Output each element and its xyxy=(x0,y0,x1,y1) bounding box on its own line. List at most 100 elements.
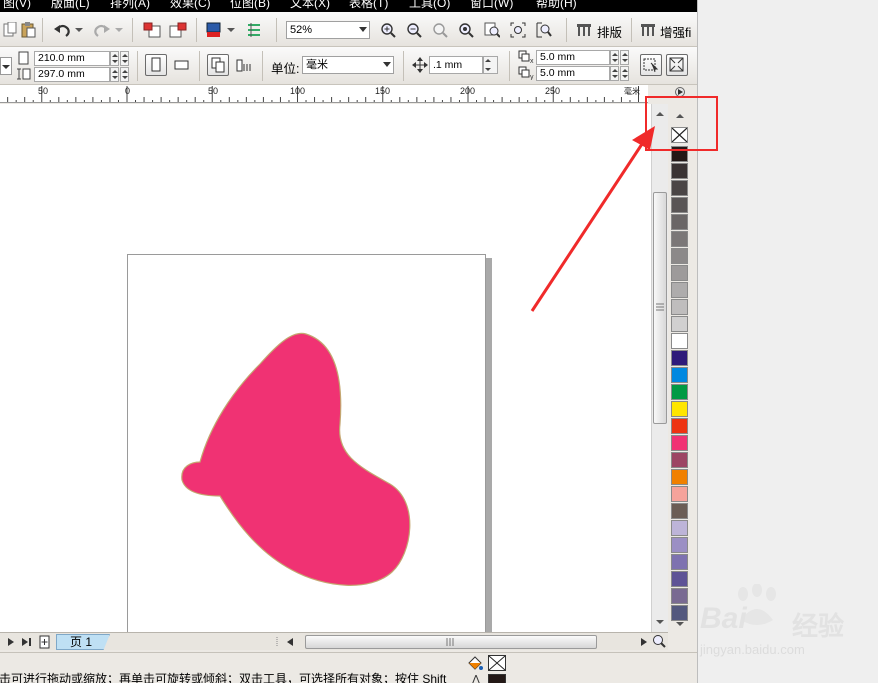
color-swatch[interactable] xyxy=(671,486,688,502)
fill-bucket-icon[interactable] xyxy=(466,655,484,673)
color-swatch[interactable] xyxy=(671,401,688,417)
color-swatch[interactable] xyxy=(671,265,688,281)
enhance-label[interactable]: 增强fi xyxy=(660,22,691,41)
page-height-spinner[interactable] xyxy=(110,67,119,82)
color-swatch[interactable] xyxy=(671,231,688,247)
zoom-page-height-icon[interactable] xyxy=(534,20,554,40)
hscroll-left-icon[interactable] xyxy=(285,636,295,648)
paste-icon[interactable] xyxy=(18,20,38,40)
color-swatch[interactable] xyxy=(671,452,688,468)
duplicate-y-field[interactable]: 5.0 mm xyxy=(536,66,610,81)
color-swatch[interactable] xyxy=(671,520,688,536)
portrait-button[interactable] xyxy=(145,54,167,76)
menu-item-tools[interactable]: 工具(O) xyxy=(409,0,450,11)
nudge-distance-field[interactable]: .1 mm xyxy=(429,56,483,74)
snap-to-objects-button[interactable] xyxy=(666,54,688,76)
horizontal-ruler[interactable]: 50 0 50 100 150 200 250 毫米 xyxy=(0,85,648,103)
landscape-button[interactable] xyxy=(172,55,192,75)
navigator-zoom-icon[interactable] xyxy=(652,634,666,648)
publish-pdf-icon[interactable] xyxy=(204,20,224,40)
copy-icon[interactable] xyxy=(0,20,20,40)
color-swatch[interactable] xyxy=(671,163,688,179)
scroll-thumb[interactable] xyxy=(653,192,667,424)
current-page-button[interactable] xyxy=(234,55,254,75)
last-page-icon[interactable] xyxy=(20,636,34,648)
hscroll-right-icon[interactable] xyxy=(639,636,649,648)
zoom-level-combo[interactable]: 52% xyxy=(286,21,370,39)
undo-dropdown-icon[interactable] xyxy=(74,20,84,40)
menu-item-help[interactable]: 帮助(H) xyxy=(536,0,577,11)
duplicate-x-spinner[interactable] xyxy=(610,50,619,65)
splitter-handle[interactable] xyxy=(276,636,280,648)
treat-as-filled-button[interactable] xyxy=(640,54,662,76)
export-icon[interactable] xyxy=(168,20,188,40)
color-swatch[interactable] xyxy=(671,418,688,434)
color-swatch[interactable] xyxy=(671,282,688,298)
palette-scroll-down-icon[interactable] xyxy=(673,618,687,630)
outline-color-indicator[interactable] xyxy=(488,674,506,683)
nudge-spinner[interactable] xyxy=(483,56,498,74)
page-tab-1[interactable]: 页 1 xyxy=(56,634,110,650)
add-page-icon[interactable] xyxy=(38,635,52,649)
publish-dropdown-icon[interactable] xyxy=(226,20,236,40)
layout-icon[interactable] xyxy=(574,20,594,40)
color-swatch[interactable] xyxy=(671,180,688,196)
units-combo[interactable]: 毫米 xyxy=(302,56,394,74)
next-page-icon[interactable] xyxy=(6,636,16,648)
menu-item-bitmap[interactable]: 位图(B) xyxy=(230,0,270,11)
color-swatch[interactable] xyxy=(671,197,688,213)
color-swatch[interactable] xyxy=(671,367,688,383)
paper-size-combo[interactable] xyxy=(0,57,12,75)
options-icon[interactable] xyxy=(244,20,264,40)
color-swatch[interactable] xyxy=(671,384,688,400)
color-swatch[interactable] xyxy=(671,333,688,349)
zoom-in-icon[interactable] xyxy=(378,20,398,40)
color-swatch[interactable] xyxy=(671,299,688,315)
menu-item-view[interactable]: 图(V) xyxy=(3,0,31,11)
color-swatch[interactable] xyxy=(671,571,688,587)
color-swatch[interactable] xyxy=(671,350,688,366)
color-swatch[interactable] xyxy=(671,316,688,332)
color-swatch[interactable] xyxy=(671,537,688,553)
duplicate-y-spinner-2[interactable] xyxy=(620,66,629,81)
page-width-spinner-2[interactable] xyxy=(120,51,129,66)
menu-item-layout[interactable]: 版面(L) xyxy=(51,0,90,11)
zoom-selected-icon[interactable] xyxy=(430,20,450,40)
import-icon[interactable] xyxy=(142,20,162,40)
menu-item-text[interactable]: 文本(X) xyxy=(290,0,330,11)
color-swatch[interactable] xyxy=(671,435,688,451)
page-height-spinner-2[interactable] xyxy=(120,67,129,82)
duplicate-y-spinner[interactable] xyxy=(610,66,619,81)
zoom-page-width-icon[interactable] xyxy=(508,20,528,40)
fill-none-indicator[interactable] xyxy=(488,655,506,671)
layout-label[interactable]: 排版 xyxy=(597,22,622,41)
menu-item-table[interactable]: 表格(T) xyxy=(349,0,388,11)
outline-pen-icon[interactable] xyxy=(470,673,482,683)
color-swatch[interactable] xyxy=(671,588,688,604)
zoom-page-icon[interactable] xyxy=(482,20,502,40)
page-width-spinner[interactable] xyxy=(110,51,119,66)
hscroll-thumb[interactable] xyxy=(305,635,597,649)
page-height-field[interactable]: 297.0 mm xyxy=(34,67,110,82)
drawing-canvas[interactable] xyxy=(0,104,651,632)
color-swatch[interactable] xyxy=(671,248,688,264)
scroll-down-arrow-icon[interactable] xyxy=(654,616,666,628)
palette-flyout-icon[interactable] xyxy=(673,86,687,97)
menu-item-arrange[interactable]: 排列(A) xyxy=(110,0,150,11)
pink-shape[interactable] xyxy=(0,104,651,632)
color-swatch[interactable] xyxy=(671,214,688,230)
duplicate-x-field[interactable]: 5.0 mm xyxy=(536,50,610,65)
all-pages-button[interactable] xyxy=(207,54,229,76)
duplicate-x-spinner-2[interactable] xyxy=(620,50,629,65)
color-swatch[interactable] xyxy=(671,469,688,485)
vertical-scrollbar[interactable] xyxy=(651,104,668,632)
redo-dropdown-icon[interactable] xyxy=(114,20,124,40)
zoom-all-objects-icon[interactable] xyxy=(456,20,476,40)
redo-icon[interactable] xyxy=(92,20,112,40)
enhance-icon[interactable] xyxy=(638,20,658,40)
menu-item-effects[interactable]: 效果(C) xyxy=(170,0,211,11)
zoom-out-icon[interactable] xyxy=(404,20,424,40)
color-swatch[interactable] xyxy=(671,503,688,519)
color-swatch[interactable] xyxy=(671,554,688,570)
page-width-field[interactable]: 210.0 mm xyxy=(34,51,110,66)
